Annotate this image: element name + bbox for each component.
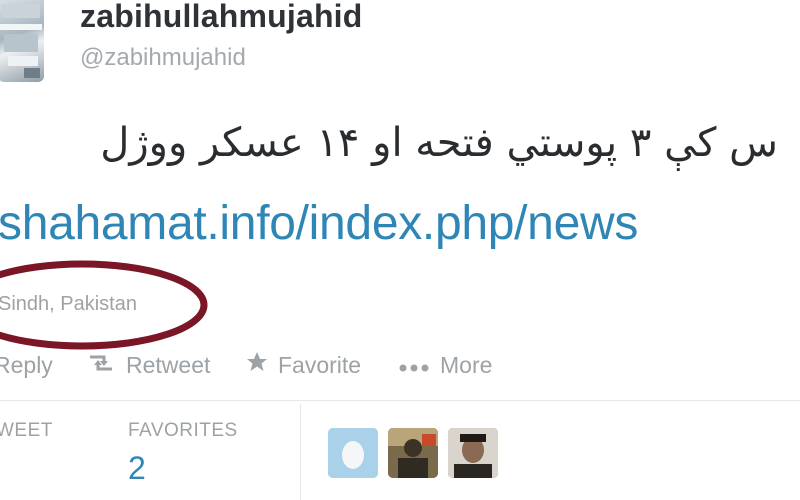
- tweet-actions: Reply Retweet Favorite More: [0, 348, 800, 382]
- retweets-stat-label[interactable]: WEET: [0, 420, 53, 442]
- tweet-location[interactable]: Sindh, Pakistan: [0, 293, 137, 316]
- tweet-link[interactable]: shahamat.info/index.php/news: [0, 196, 638, 251]
- tweet-text: س کې ۳ پوستي فتحه او ۱۴ عسکر ووژل: [100, 120, 778, 166]
- favoriter-avatar-3[interactable]: [448, 428, 498, 478]
- avatar-image: [0, 4, 42, 78]
- stats-divider: [0, 400, 800, 401]
- favoriter-avatar-default[interactable]: [328, 428, 378, 478]
- reply-button[interactable]: Reply: [0, 348, 53, 382]
- display-name[interactable]: zabihullahmujahid: [80, 0, 363, 35]
- stats-vertical-divider: [300, 404, 301, 500]
- favorite-button[interactable]: Favorite: [246, 348, 361, 382]
- favorite-label: Favorite: [278, 351, 362, 378]
- retweet-icon: [86, 352, 116, 379]
- favorites-stat-label[interactable]: FAVORITES: [128, 420, 238, 442]
- reply-label: Reply: [0, 351, 53, 378]
- favoriter-avatar-2[interactable]: [388, 428, 438, 478]
- profile-avatar[interactable]: [0, 0, 44, 82]
- favorites-count[interactable]: 2: [128, 450, 146, 487]
- star-icon: [246, 351, 268, 379]
- more-button[interactable]: More: [398, 348, 492, 382]
- retweet-label: Retweet: [126, 351, 211, 378]
- tweet-screenshot: zabihullahmujahid @zabihmujahid س کې ۳ پ…: [0, 0, 800, 500]
- ellipsis-icon: [398, 352, 430, 379]
- more-label: More: [440, 351, 493, 378]
- retweet-button[interactable]: Retweet: [86, 348, 210, 382]
- screen-name[interactable]: @zabihmujahid: [80, 44, 246, 72]
